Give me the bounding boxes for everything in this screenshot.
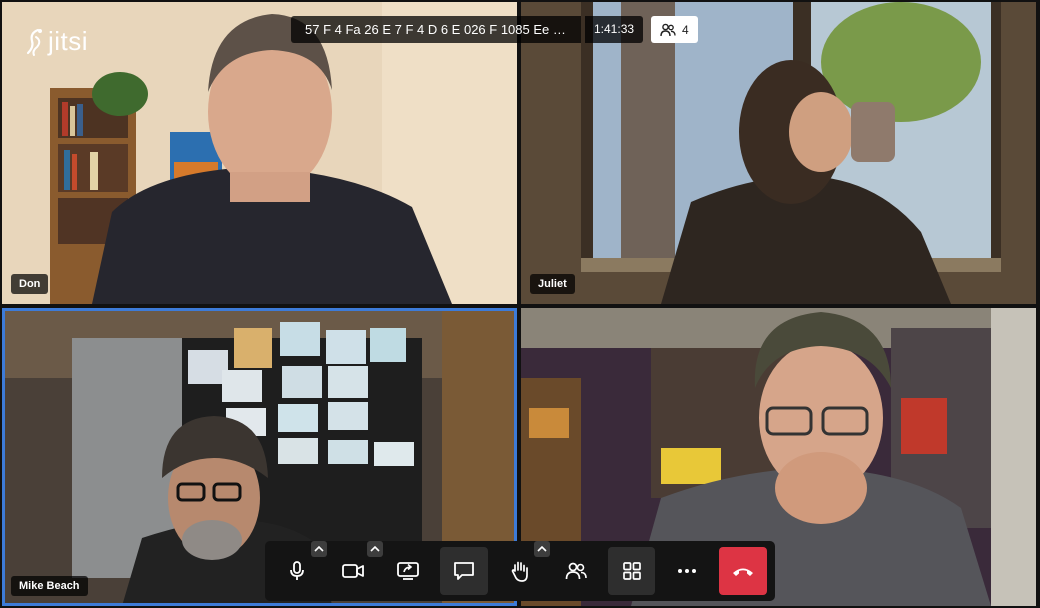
- microphone-options-button[interactable]: [310, 541, 327, 557]
- camera-icon: [341, 564, 364, 578]
- meeting-timer: 1:41:33: [585, 16, 644, 43]
- chat-icon: [454, 562, 475, 580]
- screenshare-icon: [397, 562, 420, 580]
- tile-view-button[interactable]: [607, 547, 656, 595]
- participants-icon: [565, 562, 587, 580]
- tile-view-icon: [622, 562, 641, 580]
- reactions-options-button[interactable]: [533, 541, 550, 557]
- chevron-up-icon: [369, 546, 380, 552]
- hangup-button[interactable]: [719, 547, 768, 595]
- logo-text: jitsi: [48, 26, 89, 56]
- participant-count: 4: [682, 22, 689, 37]
- chat-button[interactable]: [440, 547, 489, 595]
- participant-count-badge[interactable]: 4: [651, 16, 698, 43]
- participants-button[interactable]: [552, 547, 600, 595]
- chevron-up-icon: [314, 546, 324, 552]
- screenshare-button[interactable]: [385, 547, 433, 595]
- raise-hand-button[interactable]: [496, 541, 550, 595]
- hangup-icon: [733, 568, 754, 576]
- camera-button[interactable]: [329, 541, 383, 595]
- conference-info-header: 57 F 4 Fa 26 E 7 F 4 D 6 E 026 F 1085 Ee…: [291, 16, 698, 43]
- microphone-icon: [289, 561, 304, 580]
- more-options-button[interactable]: [663, 547, 711, 595]
- video-feed: [521, 2, 1036, 304]
- chevron-up-icon: [537, 546, 547, 552]
- participants-icon: [660, 23, 676, 36]
- camera-options-button[interactable]: [366, 541, 383, 557]
- jitsi-logo: jitsi: [24, 26, 88, 57]
- meeting-toolbar: [265, 541, 775, 601]
- raise-hand-icon: [511, 561, 528, 582]
- more-options-icon: [678, 569, 697, 573]
- video-tile-juliet[interactable]: Juliet: [521, 2, 1036, 304]
- jitsi-logo-icon: [26, 28, 42, 56]
- participant-name-label: Juliet: [530, 274, 575, 294]
- microphone-button[interactable]: [273, 541, 327, 595]
- meeting-subject: 57 F 4 Fa 26 E 7 F 4 D 6 E 026 F 1085 Ee…: [291, 16, 581, 43]
- participant-name-label: Don: [11, 274, 49, 294]
- participant-name-label: Mike Beach: [11, 576, 88, 596]
